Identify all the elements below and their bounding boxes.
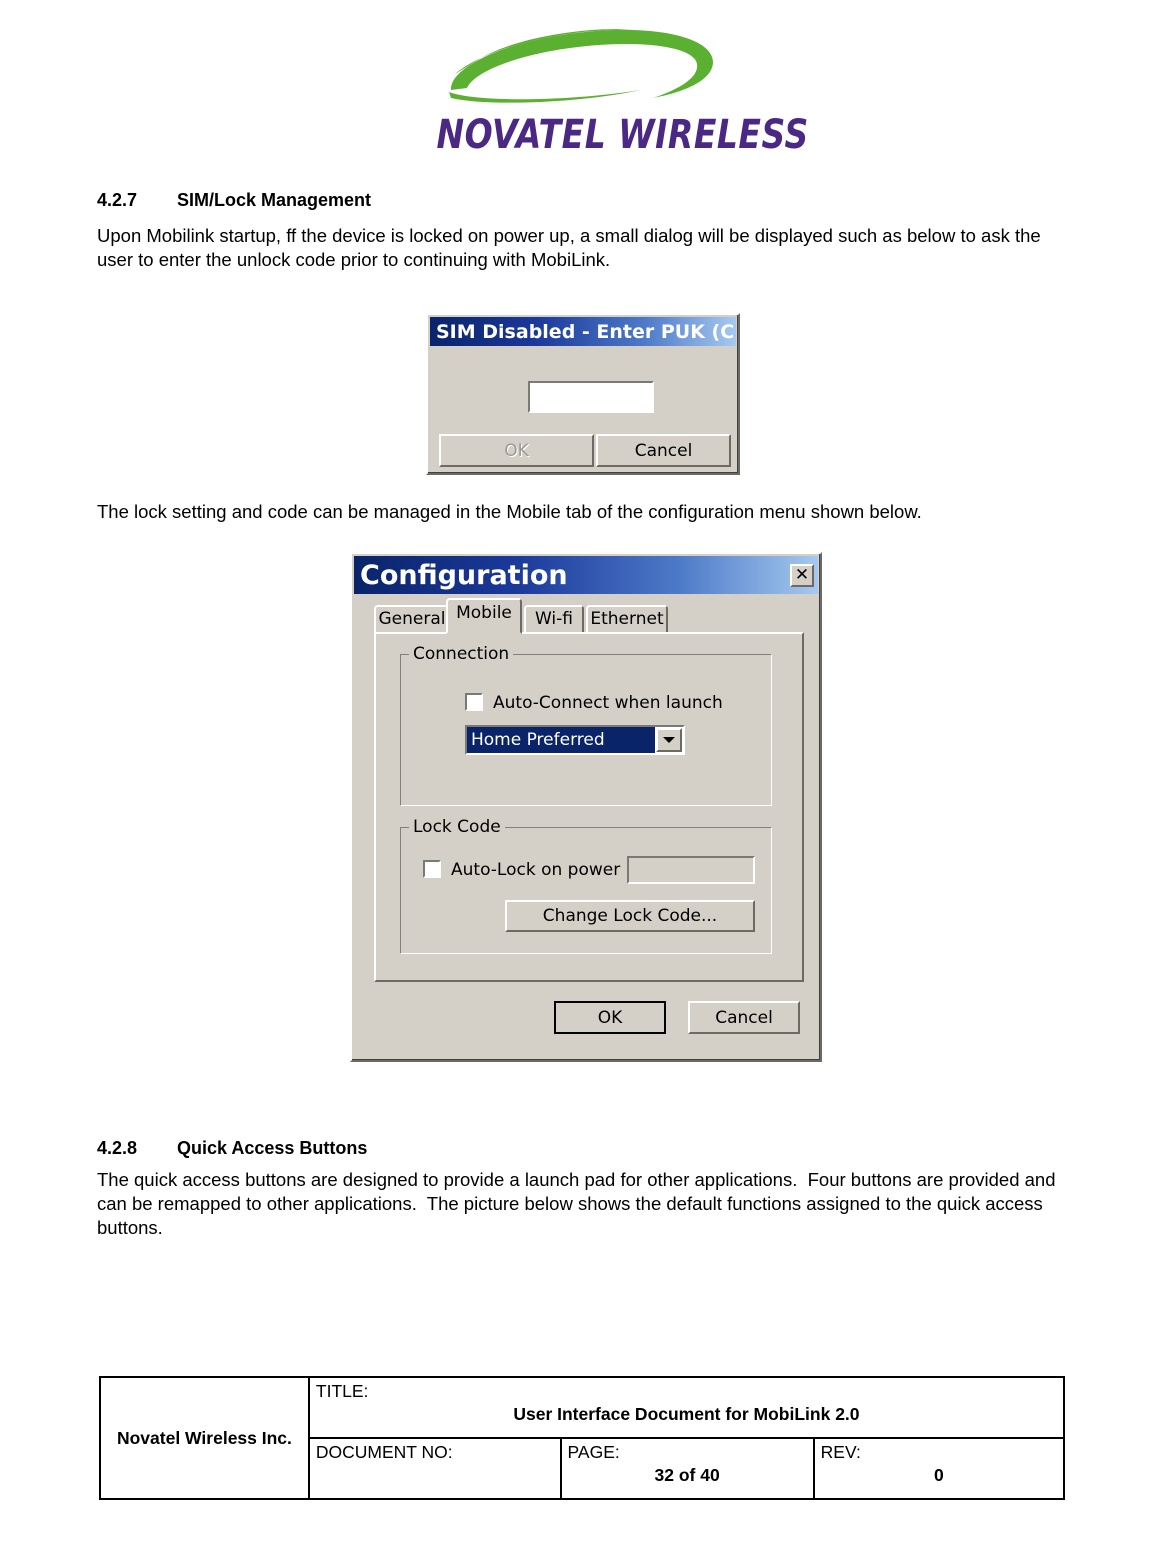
config-tab-page: Connection Auto-Connect when launch Home… (374, 632, 804, 982)
footer-page-value: 32 of 40 (654, 1465, 720, 1485)
swoosh-icon (448, 29, 713, 103)
section-heading-427: 4.2.7 SIM/Lock Management (97, 190, 371, 211)
section-paragraph-428: The quick access buttons are designed to… (97, 1169, 1061, 1238)
connection-mode-combobox[interactable]: Home Preferred (465, 725, 685, 755)
tab-mobile[interactable]: Mobile (446, 598, 522, 634)
section-number-428: 4.2.8 (97, 1138, 138, 1158)
connection-group-title: Connection (409, 644, 514, 664)
sim-dialog-title: SIM Disabled - Enter PUK (C... (436, 320, 736, 343)
footer-page-label: PAGE: (567, 1442, 620, 1462)
tab-wifi-label: Wi-fi (534, 609, 573, 629)
footer-title-cell: TITLE: User Interface Document for MobiL… (307, 1376, 1066, 1439)
section-title-428: Quick Access Buttons (177, 1138, 368, 1158)
configuration-caption: The lock setting and code can be managed… (97, 501, 922, 522)
auto-connect-checkbox[interactable] (465, 693, 483, 711)
tab-ethernet-label: Ethernet (590, 609, 664, 629)
section-number-427: 4.2.7 (97, 190, 138, 210)
puk-input[interactable] (528, 381, 654, 413)
connection-mode-value: Home Preferred (467, 727, 655, 753)
footer-rev-cell: REV: 0 (812, 1437, 1066, 1500)
lock-code-group: Lock Code Auto-Lock on power up Change L… (400, 817, 772, 954)
footer-title-value: User Interface Document for MobiLink 2.0 (513, 1404, 860, 1424)
document-footer-table: Novatel Wireless Inc. TITLE: User Interf… (99, 1376, 1066, 1500)
lock-code-input[interactable] (627, 856, 755, 884)
config-tab-strip: General Mobile Wi-fi Ethernet (374, 598, 804, 634)
configuration-dialog: Configuration ✕ General Mobile Wi-fi Eth… (350, 552, 822, 1062)
lock-code-group-title: Lock Code (409, 817, 505, 837)
sim-dialog-title-bar: SIM Disabled - Enter PUK (C... (430, 317, 736, 346)
tab-ethernet[interactable]: Ethernet (586, 605, 668, 632)
auto-connect-label: Auto-Connect when launch (493, 693, 723, 713)
section-heading-428: 4.2.8 Quick Access Buttons (97, 1138, 367, 1159)
auto-lock-checkbox[interactable] (423, 860, 441, 878)
logo-wordmark: NOVATEL WIRELESS (436, 110, 809, 158)
close-icon[interactable]: ✕ (790, 563, 814, 587)
config-cancel-button[interactable]: Cancel (688, 1001, 800, 1034)
chevron-down-icon[interactable] (656, 728, 682, 752)
footer-docno-cell: DOCUMENT NO: (307, 1437, 562, 1500)
config-ok-button[interactable]: OK (554, 1001, 666, 1034)
sim-disabled-dialog: SIM Disabled - Enter PUK (C... OK Cancel (426, 313, 740, 475)
footer-page-cell: PAGE: 32 of 40 (559, 1437, 815, 1500)
change-lock-code-button[interactable]: Change Lock Code... (505, 900, 755, 932)
tab-general[interactable]: General (374, 605, 450, 632)
footer-title-label: TITLE: (315, 1381, 369, 1401)
sim-cancel-button[interactable]: Cancel (596, 434, 731, 467)
footer-company-cell: Novatel Wireless Inc. (99, 1376, 310, 1500)
section-paragraph-427: Upon Mobilink startup, ff the device is … (97, 225, 1046, 270)
auto-lock-label: Auto-Lock on power up (451, 860, 648, 880)
tab-general-label: General (378, 609, 446, 629)
tab-wifi[interactable]: Wi-fi (524, 605, 584, 632)
footer-rev-label: REV: (820, 1442, 861, 1462)
config-dialog-title: Configuration (360, 559, 568, 591)
config-dialog-title-bar: Configuration ✕ (354, 556, 818, 594)
connection-group: Connection Auto-Connect when launch Home… (400, 644, 772, 806)
tab-mobile-label: Mobile (456, 603, 512, 623)
table-row: Novatel Wireless Inc. TITLE: User Interf… (99, 1376, 1066, 1500)
sim-ok-button[interactable]: OK (439, 434, 594, 467)
company-logo: NOVATEL WIRELESS (0, 18, 1173, 158)
section-title-427: SIM/Lock Management (177, 190, 372, 210)
footer-docno-label: DOCUMENT NO: (315, 1442, 453, 1462)
footer-rev-value: 0 (933, 1465, 944, 1485)
